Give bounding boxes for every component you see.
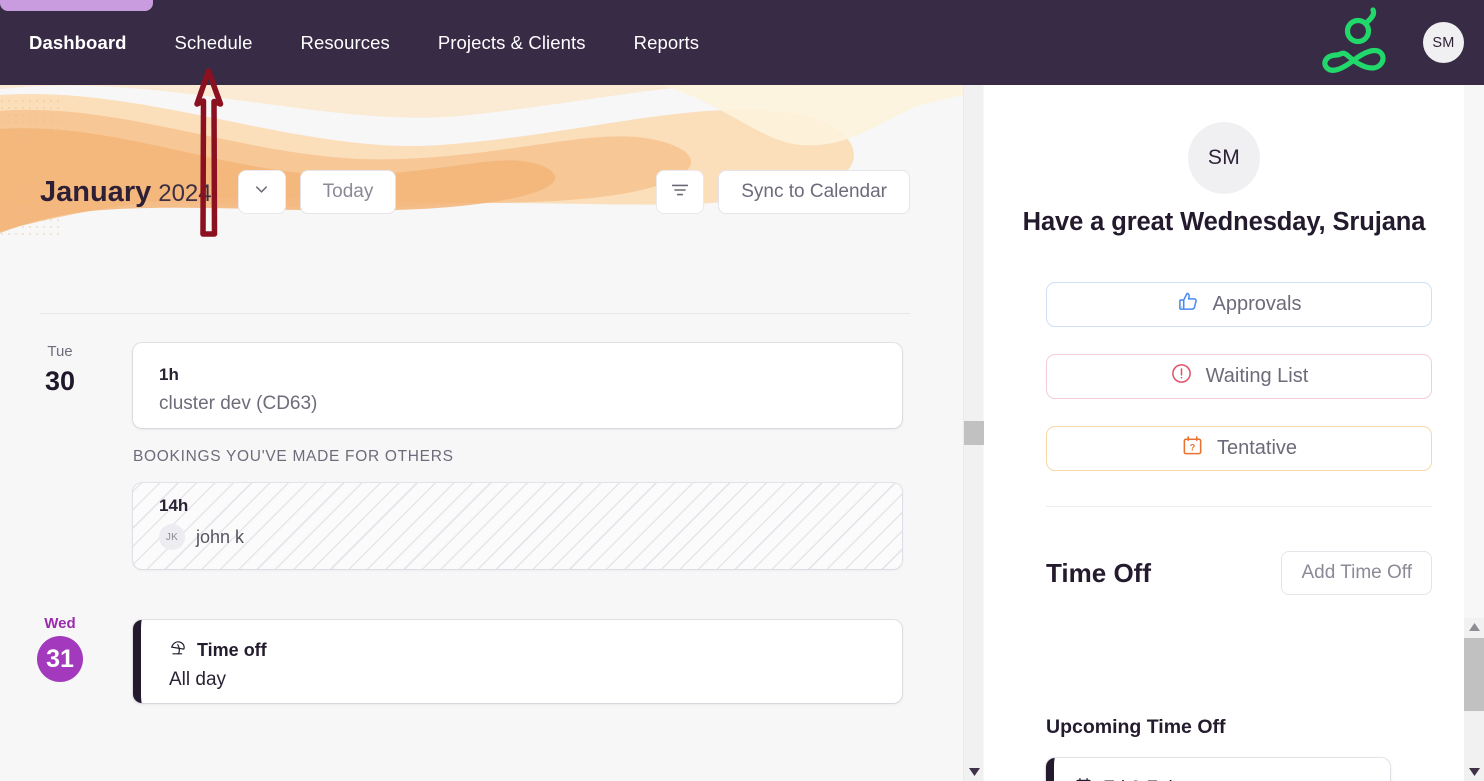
time-off-label: Time off [197,639,267,660]
sidebar-vertical-scrollbar[interactable] [1464,618,1484,781]
sidebar-avatar: SM [1188,122,1260,194]
bookings-for-others-card[interactable]: 14h JK john k [133,483,902,569]
scrollbar-down-arrow-icon[interactable] [964,763,984,781]
day-number: 31 [37,636,83,682]
brand-pill [0,0,153,11]
avatar[interactable]: SM [1423,22,1464,63]
booking-card[interactable]: 1h cluster dev (CD63) [133,343,902,428]
day-of-week: Wed [44,615,76,632]
scrollbar-up-arrow-icon[interactable] [1464,618,1484,636]
scrollbar-thumb[interactable] [964,421,984,445]
others-booking-hours: 14h [159,496,189,515]
day-label-30: Tue 30 [0,343,120,397]
time-off-section-header: Time Off Add Time Off [1046,551,1432,595]
time-off-duration: All day [169,669,227,690]
filter-button[interactable] [656,170,705,214]
thumbs-up-icon [1177,290,1200,319]
beach-umbrella-icon [169,638,188,662]
nav-item-resources[interactable]: Resources [276,32,413,54]
nav-items: Dashboard Schedule Resources Projects & … [29,32,723,54]
time-off-card[interactable]: Time off All day [133,620,902,703]
booking-hours: 1h [159,365,179,384]
top-navigation-bar: Dashboard Schedule Resources Projects & … [0,0,1484,85]
upcoming-time-off-card[interactable]: Fri 2 Feb JK john k [1046,758,1390,781]
waiting-list-button[interactable]: Waiting List [1046,354,1432,399]
nav-icon-slot [1354,22,1401,63]
calendar-question-icon: ? [1181,434,1204,463]
tentative-label: Tentative [1216,437,1298,459]
svg-text:?: ? [1190,442,1196,452]
scrollbar-down-arrow-icon[interactable] [1464,763,1484,781]
bookings-for-others-label: BOOKINGS YOU'VE MADE FOR OTHERS [133,448,454,465]
main-vertical-scrollbar[interactable] [963,85,984,781]
upcoming-time-off-label: Upcoming Time Off [1046,716,1226,738]
day-number: 30 [44,366,76,396]
calendar-star-icon [1074,776,1093,781]
nav-item-schedule[interactable]: Schedule [151,32,277,54]
nav-item-dashboard[interactable]: Dashboard [29,32,151,54]
right-sidebar: SM Have a great Wednesday, Srujana Appro… [984,85,1464,781]
today-button[interactable]: Today [299,170,397,214]
month-dropdown-button[interactable] [237,170,286,214]
approvals-label: Approvals [1212,293,1302,315]
month-name: January [40,175,152,208]
sidebar-divider [1046,506,1432,507]
person-chip: JK john k [159,524,902,550]
nav-item-projects-clients[interactable]: Projects & Clients [414,32,610,54]
day-label-31-today: Wed 31 [0,615,120,682]
toolbar-divider [40,313,910,314]
sync-to-calendar-button[interactable]: Sync to Calendar [718,170,910,214]
upcoming-date-text: Fri 2 Feb [1103,778,1179,781]
tentative-button[interactable]: ? Tentative [1046,426,1432,471]
schedule-toolbar: January 2024 Today Sync to Calendar [0,152,963,232]
person-avatar: JK [159,524,185,550]
month-year: 2024 [158,179,212,207]
schedule-pane: January 2024 Today Sync to Calendar Tue … [0,85,963,781]
day-of-week: Tue [47,343,73,360]
booking-title: cluster dev (CD63) [159,393,318,414]
filter-icon [669,179,691,206]
dashboard-page: Dashboard Schedule Resources Projects & … [0,0,1484,781]
add-time-off-button[interactable]: Add Time Off [1281,551,1432,595]
toolbar-right: Sync to Calendar [656,170,910,214]
upcoming-date-row: Fri 2 Feb [1074,776,1390,781]
time-off-heading: Time Off [1046,557,1151,588]
nav-right-cluster: SM [1354,0,1464,85]
nav-item-reports[interactable]: Reports [610,32,723,54]
time-off-title-row: Time off [169,638,902,662]
person-name: john k [196,526,245,547]
month-title: January 2024 [40,176,212,209]
chevron-down-icon [252,180,271,204]
scrollbar-thumb[interactable] [1464,638,1484,711]
greeting-heading: Have a great Wednesday, Srujana [1022,208,1426,236]
exclamation-circle-icon [1170,362,1193,391]
approvals-button[interactable]: Approvals [1046,282,1432,327]
waiting-list-label: Waiting List [1205,365,1309,387]
